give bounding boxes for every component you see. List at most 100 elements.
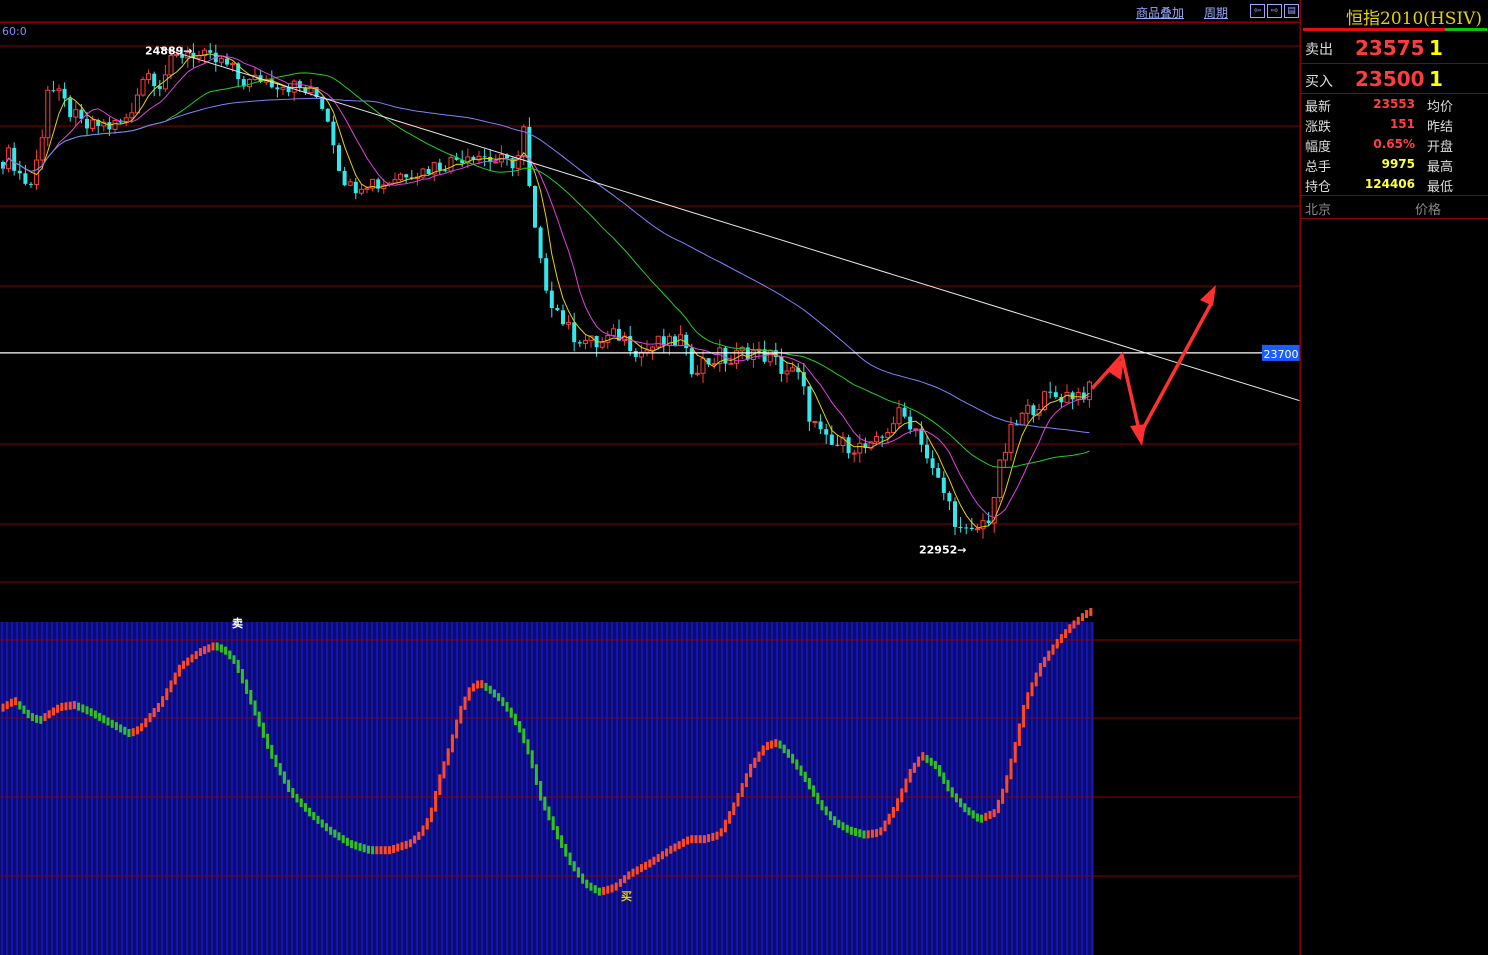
oscillator-tick [1001,788,1005,797]
oscillator-tick [215,642,219,651]
candle-body-down [208,50,213,53]
candle-body-up [45,89,51,139]
oscillator-tick [379,846,383,855]
candle-body-down [533,186,537,228]
buy-quantity: 1 [1429,67,1443,91]
oscillator-tick [43,713,47,722]
stat-value: 124406 [1364,177,1415,191]
oscillator-tick [669,845,673,854]
candle-body-down [107,122,112,130]
scroll-left-icon[interactable]: ⇦ [1250,4,1265,18]
oscillator-tick [345,837,349,846]
candle-body-up [280,86,286,90]
candle-body-down [880,436,885,438]
oscillator-tick [518,724,522,733]
candle-body-down [561,310,565,325]
oscillator-tick [123,726,127,735]
oscillator-tick [707,834,711,843]
oscillator-tick [64,702,68,711]
buy-sell-ratio-green [1445,28,1487,31]
layout-menu-icon[interactable]: ▤ [1284,4,1299,18]
candle-body-up [448,156,454,172]
stat-label-secondary: 昨结 [1427,120,1454,135]
oscillator-tick [18,701,22,710]
scroll-right-icon[interactable]: ⇨ [1267,4,1282,18]
oscillator-tick [39,715,43,724]
oscillator-tick [455,719,459,728]
candle-body-down [437,162,442,171]
oscillator-tick [135,726,139,735]
oscillator-tick [555,831,559,840]
oscillator-tick [203,646,207,655]
candle-body-down [555,308,560,311]
candle-body-down [572,322,577,343]
candle-body-down [723,347,728,364]
candle-body-down [829,434,834,445]
candle-body-up [605,334,611,343]
oscillator-tick [119,724,123,733]
oscillator-tick [257,718,261,727]
buy-signal-label: 买 [621,890,632,903]
candle-body-up [168,55,174,76]
candle-body-up [997,459,1003,498]
oscillator-tick [375,846,379,855]
candle-body-down [538,227,543,259]
candle-body-down [902,407,907,417]
candle-body-up [885,432,891,439]
oscillator-tick [959,799,963,808]
oscillator-tick [816,796,820,805]
candle-body-up [1064,391,1070,403]
oscillator-tick [1005,775,1009,784]
candle-body-down [51,90,56,92]
candle-body-up [711,363,717,366]
candle-body-up [857,442,863,454]
candle-body-down [325,108,330,122]
footer-location: 北京 [1305,203,1332,218]
oscillator-tick [1017,723,1021,732]
oscillator-tick [539,792,543,801]
oscillator-tick [333,829,337,838]
candle-body-down [633,351,638,357]
oscillator-tick [896,798,900,807]
oscillator-tick [795,761,799,770]
buy-price[interactable]: 23500 [1355,67,1425,91]
candle-body-up [493,161,499,164]
oscillator-tick [1013,741,1017,750]
candle-body-down [331,121,336,146]
candle-body-down [925,444,929,459]
oscillator-tick [190,654,194,663]
oscillator-tick [1076,616,1080,625]
period-link[interactable]: 周期 [1204,4,1228,21]
oscillator-tick [975,813,979,822]
oscillator-tick [1022,704,1026,713]
oscillator-tick [639,864,643,873]
oscillator-tick [9,698,13,707]
oscillator-tick [98,712,102,721]
oscillator-tick [938,768,942,777]
sell-price[interactable]: 23575 [1355,36,1425,60]
price-chart[interactable]: 23700 24889→ 22952→ 卖买 [0,0,1300,955]
oscillator-tick [140,723,144,732]
oscillator-tick [312,812,316,821]
oscillator-tick [513,717,517,726]
candle-body-down [818,421,823,430]
oscillator-tick [429,807,433,816]
oscillator-tick [358,842,362,851]
oscillator-tick [1043,656,1047,665]
candle-body-up [694,372,700,375]
candle-body-down [1031,405,1036,416]
candle-body-up [790,367,796,372]
oscillator-tick [551,822,555,831]
oscillator-tick [723,819,727,828]
candle-body-down [936,468,941,478]
sell-label: 卖出 [1305,42,1333,58]
overlay-commodity-link[interactable]: 商品叠加 [1136,4,1184,21]
candle-body-down [23,173,28,184]
candle-body-down [62,88,67,99]
candle-body-up [364,187,370,190]
oscillator-tick [161,696,165,705]
oscillator-tick [883,820,887,829]
oscillator-tick [26,710,30,719]
candle-body-up [358,188,364,194]
oscillator-tick [278,767,282,776]
